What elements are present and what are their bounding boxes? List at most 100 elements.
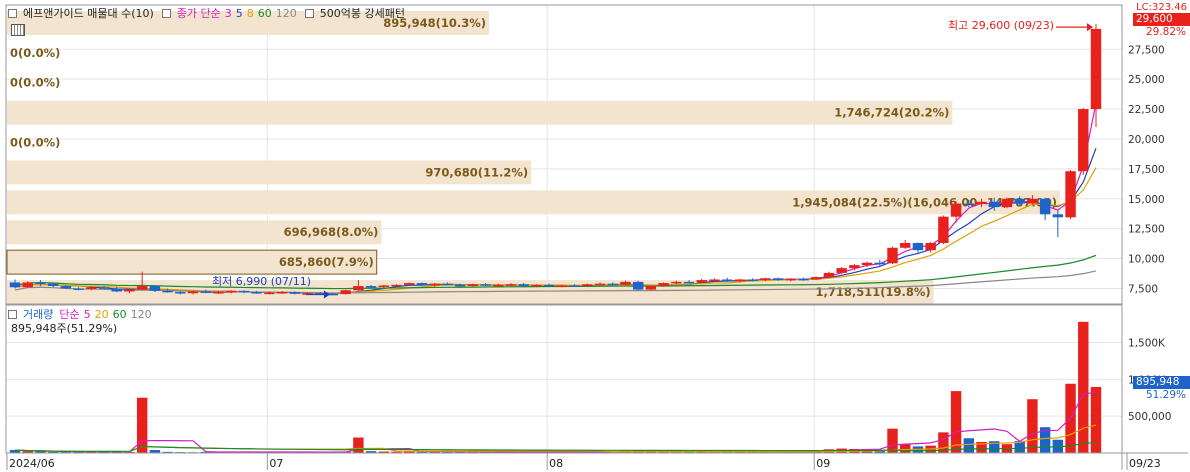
candle-body — [709, 279, 720, 281]
x-tick-label: 08 — [549, 457, 563, 470]
candle-body — [1001, 198, 1013, 208]
price-legend: 에프앤가이드 매물대 수(10) 종가 단순 3 5 8 60 120 500억… — [8, 5, 405, 21]
candle-body — [200, 291, 211, 293]
ma-period-5: 5 — [235, 6, 243, 20]
candle-body — [938, 216, 949, 244]
candle-body — [645, 286, 657, 290]
price-legend-title[interactable]: 에프앤가이드 매물대 수(10) — [23, 5, 154, 21]
candle-body — [1052, 214, 1064, 218]
candle-body — [976, 201, 987, 205]
candle-body — [340, 290, 351, 295]
candle-body — [86, 287, 97, 290]
volume-ma5-line — [14, 391, 1097, 453]
candle-body — [289, 292, 301, 294]
candle-body — [187, 291, 199, 294]
candle-body — [912, 243, 924, 251]
candle-body — [696, 280, 707, 283]
price-tick-label: 15,000 — [1128, 194, 1165, 206]
candle-body — [569, 285, 580, 287]
ma-period-120: 120 — [275, 6, 297, 20]
ma-legend-title[interactable]: 종가 단순 — [177, 5, 221, 21]
volume-profile-label: 0(0.0%) — [10, 76, 60, 90]
candle-body — [734, 279, 746, 282]
candle-body — [989, 201, 1000, 208]
ma-legend-checkbox[interactable] — [161, 8, 171, 18]
candle-body — [518, 284, 529, 287]
candle-body — [505, 284, 517, 286]
volume-profile-label: 0(0.0%) — [10, 136, 60, 150]
candle-body — [785, 278, 796, 281]
price-legend-checkbox[interactable] — [8, 8, 17, 18]
candle-body — [454, 284, 466, 287]
candle-body — [747, 279, 758, 281]
candle-body — [429, 283, 440, 286]
candle-body — [416, 283, 428, 286]
candle-body — [98, 287, 110, 289]
candle-body — [9, 282, 21, 288]
candle-body — [531, 284, 542, 287]
candle-body — [1065, 171, 1076, 218]
candle-body — [251, 292, 262, 294]
price-tick-label: 12,500 — [1128, 224, 1165, 236]
candle-body — [823, 272, 835, 278]
candle-body — [136, 286, 148, 290]
price-tick-label: 10,000 — [1128, 254, 1165, 266]
candle-body — [798, 278, 809, 281]
candle-body — [900, 243, 911, 248]
candle-body — [365, 286, 377, 288]
lc-readout: LC:323.46 — [1136, 2, 1187, 13]
candle-body — [556, 285, 568, 287]
volume-tick-label: 500,000 — [1128, 411, 1171, 423]
volume-bar — [900, 444, 911, 453]
candle-body — [22, 282, 33, 288]
volume-ma-period-60: 60 — [112, 307, 127, 321]
ma-period-60: 60 — [257, 6, 272, 20]
volume-bar — [1027, 399, 1038, 453]
ma-period-8: 8 — [246, 6, 254, 20]
volume-bar — [950, 391, 962, 453]
candle-body — [772, 278, 784, 281]
volume-bar-layer — [9, 321, 1102, 454]
candle-body — [874, 262, 886, 265]
current-price-pct: 29.82% — [1145, 26, 1186, 38]
candle-body — [594, 283, 606, 286]
candle-body — [683, 281, 695, 284]
candle-body — [760, 278, 771, 281]
x-tick-label: 09/23 — [1129, 457, 1161, 470]
pattern-legend-checkbox[interactable] — [304, 8, 314, 18]
candle-body — [442, 283, 453, 286]
table-grid-icon[interactable] — [11, 24, 25, 36]
candle-body — [175, 292, 186, 294]
candle-body — [582, 284, 593, 287]
candle-body — [276, 292, 288, 294]
volume-ma-period-5: 5 — [83, 307, 91, 321]
candle-body — [238, 290, 250, 293]
candle-body — [378, 285, 390, 287]
candle-body — [810, 277, 822, 280]
stock-chart: 1,718,511(19.8%) 685,860(7.9%) 696,968(8.0… — [5, 4, 1188, 470]
price-tick-label: 7,500 — [1128, 283, 1158, 295]
price-tick-label: 25,000 — [1128, 74, 1165, 86]
volume-ma-period-20: 20 — [94, 307, 109, 321]
volume-profile-label: 1,746,724(20.2%) — [834, 106, 949, 120]
candle-body — [1078, 109, 1089, 172]
price-tick-label: 27,500 — [1128, 44, 1165, 56]
candle-body — [950, 203, 962, 217]
candle-body — [620, 281, 631, 285]
high-annotation: 최고 29,600 (09/23) — [948, 19, 1055, 32]
candle-body — [124, 289, 135, 292]
candle-body — [391, 284, 402, 287]
candle-body — [111, 288, 122, 292]
pattern-legend-title[interactable]: 500억봉 강세패턴 — [320, 5, 405, 21]
x-tick-label: 09 — [816, 457, 830, 470]
volume-bar — [1078, 321, 1089, 453]
volume-current-readout: 895,948주(51.29%) — [11, 322, 118, 335]
volume-bar — [963, 438, 975, 453]
candle-body — [1090, 28, 1102, 110]
candle-body — [607, 283, 618, 286]
current-price-tag: 29,600 — [1133, 13, 1190, 26]
volume-legend-checkbox[interactable] — [8, 309, 17, 319]
candle-body — [671, 281, 682, 284]
candle-body — [632, 281, 644, 290]
volume-bar — [353, 437, 364, 453]
